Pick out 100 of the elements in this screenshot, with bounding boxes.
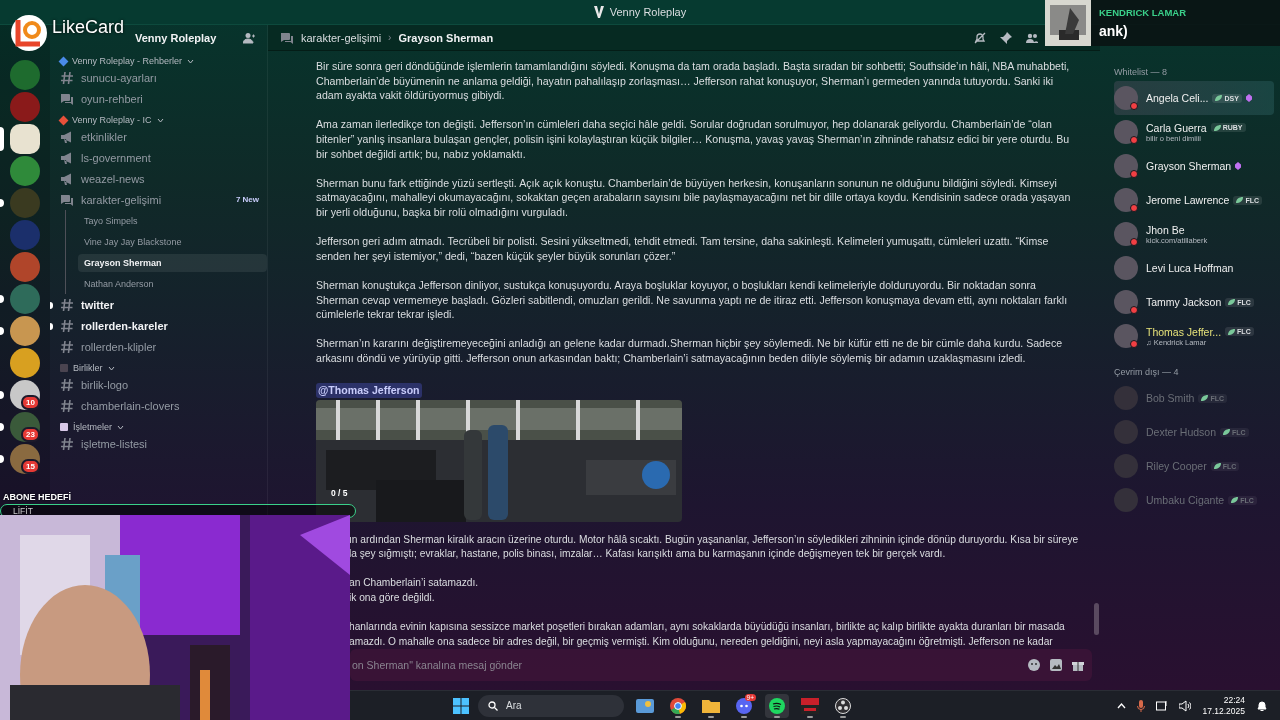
- channel-item[interactable]: etkinlikler: [50, 126, 267, 147]
- member-name: Levi Luca Hoffman: [1146, 262, 1234, 274]
- thread-title: Grayson Sherman: [398, 31, 494, 44]
- member-name: Jerome Lawrence: [1146, 194, 1230, 206]
- message-text: Sherman’ın kararını değiştiremeyeceğini anladığı an gelene kadar durmadı.Sherman hiçbir şey söylemedi. Ne bir küfür etti ne de bir cümle daha kurdu. Sadece arkasını döndü ve yürüyüp gitti. Jefferson onun arkasından baktı; Chamberlain’i satmayacağının beden diliyle söylemiş bir adamın uzaklaşmasını izledi.: [316, 336, 1064, 366]
- channel-item[interactable]: rollerden-klipler: [50, 336, 267, 357]
- message-text: ın ardından Sherman kiralık aracın üzerine oturdu. Motor hâlâ sıcaktı. Bugün yaşananlar, Jefferson’ın söyledikleri zihninin içinde dönüp duruyordu. Kısa bir süreye: [349, 532, 1080, 547]
- channel-item[interactable]: sunucu-ayarları: [50, 67, 267, 88]
- megaphone-icon: [60, 129, 74, 144]
- spotify-icon: [769, 697, 785, 714]
- emoji-icon[interactable]: [1028, 659, 1040, 671]
- member-name: Umbaku Cigante: [1146, 494, 1225, 506]
- chevron-up-icon[interactable]: [1117, 702, 1127, 709]
- message-text: Ama zaman ilerledikçe ton değişti. Jefferson’ın cümleleri daha seçici hâle geldi. Sorular doğrudan sorulmuyor, hep dolanarak geliyordu. Chamberlain’de “olan bitenler” yanlış insanlara bulaşan gençler, polisin işini kolaylaştıran küçük bilgiler… Konuşma, yavaş yavaş Sherman’ın zihninde rahatsız edici bir yere oturdu. Bu bir sohbet değildi artık; bu, nabız yoklamaktı.: [316, 117, 1071, 162]
- date-text: 17.12.2025: [1202, 705, 1245, 717]
- scrollbar-thumb[interactable]: [1094, 603, 1099, 635]
- category-header[interactable]: Venny Roleplay - IC: [72, 115, 152, 125]
- leaf-icon: [1223, 429, 1231, 435]
- search-field[interactable]: Ara: [478, 694, 624, 717]
- thread-item[interactable]: Grayson Sherman: [78, 253, 267, 272]
- thread-item[interactable]: Tayo Simpels: [78, 211, 267, 230]
- avatar: [1114, 386, 1138, 410]
- member-name: Jhon Be: [1146, 223, 1185, 236]
- server-icon[interactable]: [10, 316, 40, 346]
- thread-item[interactable]: Vine Jay Jay Blackstone: [78, 232, 267, 251]
- bell-muted-icon[interactable]: [974, 31, 986, 44]
- chevron-icon: [156, 117, 164, 123]
- microphone-icon[interactable]: [1137, 699, 1146, 712]
- unread-indicator: [50, 323, 53, 330]
- server-icon[interactable]: [10, 124, 40, 154]
- channel-item[interactable]: rollerden-kareler: [50, 315, 267, 336]
- server-icon[interactable]: 10: [10, 380, 40, 410]
- category-header[interactable]: Venny Roleplay - Rehberler: [72, 56, 183, 66]
- v-logo-icon: [593, 6, 604, 18]
- hash-icon: [60, 297, 74, 312]
- hash-icon: [60, 436, 74, 451]
- avatar: [1114, 488, 1138, 512]
- channel-item[interactable]: işletme-listesi: [50, 433, 267, 454]
- taskbar-app[interactable]: [765, 693, 789, 718]
- channel-item[interactable]: oyun-rehberi: [50, 88, 267, 109]
- mixer-app-icon: [801, 697, 819, 714]
- channel-name[interactable]: karakter-gelişimi: [301, 31, 382, 44]
- channel-item[interactable]: birlik-logo: [50, 374, 267, 395]
- member-name: Riley Cooper: [1146, 460, 1207, 472]
- goal-title: ABONE HEDEFİ: [3, 492, 71, 502]
- speaker-icon[interactable]: [1179, 699, 1192, 712]
- server-icon[interactable]: 23: [10, 412, 40, 442]
- chevron-icon: [117, 424, 124, 430]
- server-icon[interactable]: 15: [10, 444, 40, 474]
- window-title: Venny Roleplay: [609, 6, 687, 18]
- member-name: Tammy Jackson: [1146, 296, 1222, 308]
- hash-icon: [60, 339, 74, 354]
- member-group-header: Çevrim dışı — 4: [1114, 367, 1180, 377]
- network-icon[interactable]: [1156, 699, 1169, 712]
- channel-item[interactable]: twitter: [50, 294, 267, 315]
- start-icon[interactable]: [453, 697, 469, 714]
- folder-icon: [702, 698, 720, 713]
- thread-item[interactable]: Nathan Anderson: [78, 274, 267, 293]
- forum-icon: [60, 192, 74, 207]
- member-item[interactable]: Levi Luca Hoffman: [1114, 251, 1274, 285]
- message-text: ik ona göre değildi.: [349, 591, 436, 606]
- brand-name: LikeCard: [52, 16, 125, 38]
- member-name: Grayson Sherman: [1146, 160, 1232, 172]
- leaf-icon: [1215, 95, 1223, 101]
- clock[interactable]: 22:24 17.12.2025: [1202, 694, 1245, 717]
- goal-name: LİFİT: [13, 506, 33, 516]
- member-item[interactable]: Grayson Sherman: [1114, 149, 1274, 183]
- add-member-icon[interactable]: [243, 31, 255, 44]
- channel-item[interactable]: ls-government: [50, 147, 267, 168]
- members-icon[interactable]: [1026, 31, 1038, 44]
- category-header[interactable]: Birlikler: [73, 363, 103, 373]
- channel-item[interactable]: karakter-gelişimi 7 New: [50, 189, 267, 210]
- leaf-icon: [1236, 197, 1244, 203]
- mention[interactable]: @Thomas Jefferson: [316, 383, 422, 398]
- goal-count: 0 / 5: [331, 488, 348, 498]
- megaphone-icon: [60, 171, 74, 186]
- notification-icon[interactable]: [1256, 699, 1268, 712]
- hash-icon: [60, 398, 74, 413]
- breadcrumb-separator: ›: [388, 32, 392, 43]
- category-header[interactable]: İşletmeler: [73, 422, 112, 432]
- server-icon[interactable]: [10, 348, 40, 378]
- chevron-icon: [107, 365, 115, 371]
- message-field[interactable]: on Sherman" kanalına mesaj gönder: [350, 649, 1092, 681]
- message-text: an Chamberlain’i satamazdı.: [349, 576, 480, 591]
- hash-icon: [60, 70, 74, 85]
- hash-icon: [60, 377, 74, 392]
- channel-item[interactable]: chamberlain-clovers: [50, 395, 267, 416]
- channel-item[interactable]: weazel-news: [50, 168, 267, 189]
- leaf-icon: [1231, 497, 1239, 503]
- gift-icon[interactable]: [1072, 659, 1084, 671]
- message-text: la şey sığmıştı; evraklar, hastane, polis binası, imzalar… Kafası karışıktı ama bu karmaşanın içinde değişmeyen tek bir gerçek vardı.: [349, 547, 947, 562]
- leaf-icon: [1213, 124, 1221, 131]
- server-name[interactable]: Venny Roleplay: [135, 31, 217, 44]
- weather-widget-icon: [636, 698, 654, 713]
- message-text: Sherman bunu fark ettiğinde yüzü sertleşti. Açık açık konuştu. Chamberlain’de büyüyen herkesin, konuşanların sonunun ne olduğunu bildiğini söyledi. Kimseyi satmayacağını, mahalleyi okumayacağını, sokaktan geçen arabaların sayısını bile paylaşmayacağını net bir dille ortaya koydu. Kendisinin sadece orada yaşayan bir yerli olduğunu, başka bir rolü olmadığını vurguladı.: [316, 175, 1072, 220]
- forum-icon: [280, 30, 294, 45]
- member-name: Dexter Hudson: [1146, 426, 1217, 438]
- image-icon[interactable]: [1050, 659, 1062, 671]
- pin-icon[interactable]: [1000, 31, 1012, 44]
- forum-icon: [60, 91, 74, 106]
